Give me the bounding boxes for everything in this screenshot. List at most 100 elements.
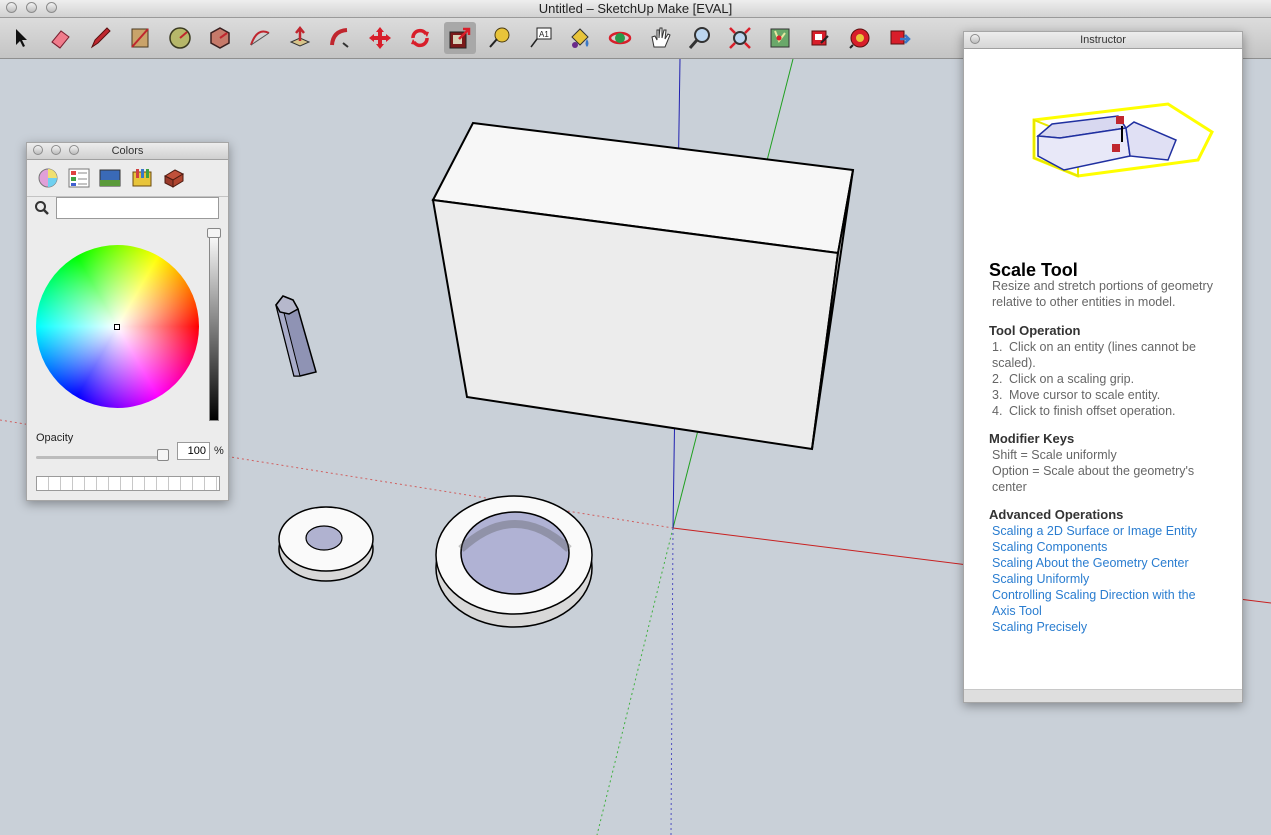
extension-icon [890, 30, 911, 45]
window-titlebar: Untitled – SketchUp Make [EVAL] [0, 0, 1271, 18]
scale-tool-illustration [1032, 102, 1214, 178]
circle-icon [169, 27, 191, 49]
pan-tool-button[interactable] [644, 22, 676, 54]
operation-step: 2. Click on a scaling grip. [992, 372, 1135, 386]
rectangle-icon [131, 28, 149, 48]
orbit-tool-button[interactable] [604, 22, 636, 54]
arrow-cursor-icon [16, 29, 27, 47]
link-scaling-components[interactable]: Scaling Components [992, 539, 1107, 555]
instructor-tool-description: Resize and stretch portions of geometry … [992, 279, 1213, 309]
green-axis-negative [596, 527, 674, 835]
opacity-unit: % [214, 445, 224, 457]
colors-minimize-button[interactable] [51, 145, 61, 155]
instructor-panel-titlebar: Instructor [964, 32, 1242, 49]
color-wheel-marker[interactable] [114, 324, 120, 330]
map-location-icon [770, 28, 790, 48]
link-axis-tool[interactable]: Axis Tool [992, 603, 1042, 619]
large-ring-model[interactable] [435, 495, 593, 628]
modifier-keys-heading: Modifier Keys [989, 431, 1075, 446]
share-model-tool-button[interactable] [844, 22, 876, 54]
opacity-slider-track[interactable] [36, 456, 168, 459]
operation-step: 1. Click on an entity (lines cannot be [992, 340, 1196, 354]
circle-tool-button[interactable] [164, 22, 196, 54]
hand-icon [651, 27, 671, 48]
rectangle-tool-button[interactable] [124, 22, 156, 54]
get-models-tool-button[interactable] [804, 22, 836, 54]
warehouse-get-icon [811, 30, 829, 46]
svg-text:A1: A1 [539, 30, 549, 39]
text-tool-button[interactable]: A1 [524, 22, 556, 54]
rotate-tool-button[interactable] [404, 22, 436, 54]
paint-bucket-icon [571, 28, 589, 48]
instructor-content: Scale Tool Resize and stretch portions o… [964, 48, 1242, 690]
link-scaling-2d-surface[interactable]: Scaling a 2D Surface or Image Entity [992, 523, 1197, 539]
small-ring-model[interactable] [278, 506, 374, 582]
extension-warehouse-tool-button[interactable] [884, 22, 916, 54]
colors-mode-tabs [27, 160, 228, 197]
color-search-row [27, 196, 230, 224]
follow-me-tool-button[interactable] [324, 22, 356, 54]
move-icon [369, 27, 391, 49]
pencil-icon [90, 27, 111, 49]
link-scaling-precisely[interactable]: Scaling Precisely [992, 619, 1087, 635]
pencil-tool-button[interactable] [84, 22, 116, 54]
modifier-key-line: center [992, 480, 1027, 494]
push-pull-tool-button[interactable] [284, 22, 316, 54]
colors-panel-title: Colors [111, 145, 144, 157]
polygon-tool-button[interactable] [204, 22, 236, 54]
color-wheel-tab[interactable] [36, 166, 60, 190]
zoom-extents-tool-button[interactable] [724, 22, 756, 54]
add-location-tool-button[interactable] [764, 22, 796, 54]
brightness-slider-knob[interactable] [207, 228, 221, 238]
color-crayons-tab[interactable] [130, 166, 154, 190]
opacity-slider-knob[interactable] [157, 449, 169, 461]
orbit-icon [608, 31, 632, 45]
color-palettes-tab[interactable] [67, 166, 91, 190]
opacity-value-field[interactable]: 100 [177, 442, 210, 460]
colors-panel: Colors Opacity 100 % [26, 142, 229, 501]
color-image-tab[interactable] [98, 166, 122, 190]
scale-icon [449, 27, 471, 49]
colors-zoom-button[interactable] [69, 145, 79, 155]
link-controlling-scaling-direction[interactable]: Controlling Scaling Direction with the [992, 587, 1196, 603]
link-scaling-uniformly[interactable]: Scaling Uniformly [992, 571, 1089, 587]
instructor-close-button[interactable] [970, 34, 980, 44]
tape-measure-icon [489, 27, 510, 48]
move-tool-button[interactable] [364, 22, 396, 54]
scale-tool-button[interactable] [444, 22, 476, 54]
colors-close-button[interactable] [33, 145, 43, 155]
advanced-operations-heading: Advanced Operations [989, 507, 1124, 522]
color-wheel-icon [38, 168, 58, 188]
share-model-icon [849, 28, 870, 49]
operation-step: 4. Click to finish offset operation. [992, 404, 1176, 418]
brightness-slider[interactable] [209, 231, 219, 421]
brick-texture-icon [163, 169, 185, 188]
paint-bucket-tool-button[interactable] [564, 22, 596, 54]
color-palette-icon [68, 168, 90, 188]
modifier-key-line: Option = Scale about the geometry's [992, 464, 1195, 478]
push-pull-icon [289, 25, 311, 47]
image-palette-icon [99, 169, 121, 187]
blue-axis-negative [670, 527, 674, 835]
operation-step-continued: scaled). [992, 356, 1036, 370]
select-tool-button[interactable] [4, 22, 36, 54]
color-swatch-strip[interactable] [36, 476, 220, 491]
colors-panel-titlebar: Colors [27, 143, 228, 160]
arc-tool-button[interactable] [244, 22, 276, 54]
instructor-panel: Instructor Scale Tool Resize and stretch… [963, 31, 1243, 703]
eraser-tool-button[interactable] [44, 22, 76, 54]
zoom-extents-icon [729, 27, 751, 49]
zoom-tool-button[interactable] [684, 22, 716, 54]
color-textures-tab[interactable] [162, 166, 186, 190]
instructor-resize-bar[interactable] [964, 689, 1242, 702]
window-title: Untitled – SketchUp Make [EVAL] [538, 1, 733, 16]
color-search-input[interactable] [56, 197, 219, 219]
color-wheel[interactable] [36, 245, 199, 408]
instructor-panel-title: Instructor [1080, 34, 1126, 46]
hex-pillar-model[interactable] [275, 295, 317, 377]
magnifier-icon [688, 27, 710, 49]
link-scaling-about-center[interactable]: Scaling About the Geometry Center [992, 555, 1189, 571]
box-model[interactable] [431, 121, 855, 451]
search-icon [35, 201, 49, 215]
tape-measure-tool-button[interactable] [484, 22, 516, 54]
